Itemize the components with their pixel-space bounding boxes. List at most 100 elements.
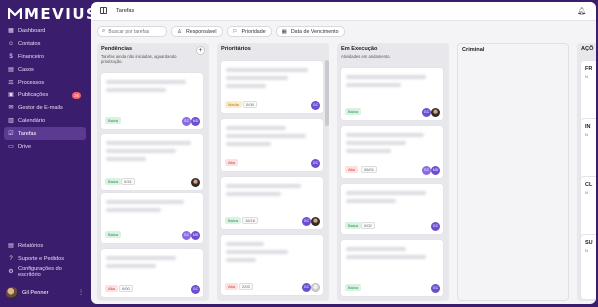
task-card[interactable]: FR N [580, 60, 596, 126]
avatar [431, 108, 440, 117]
column-scrollbar[interactable] [325, 60, 329, 126]
sidebar-item-label: Dashboard [18, 28, 46, 35]
task-card[interactable]: Baixa 0/31 [100, 133, 204, 191]
task-card[interactable]: Baixa GC MD [100, 72, 204, 130]
subtask-count: 0/02 [361, 222, 375, 229]
priority-tag: Média [225, 101, 242, 108]
avatar [6, 287, 18, 299]
sidebar-item-financeiro[interactable]: $ Financeiro [4, 51, 86, 64]
email-icon: ✉ [8, 105, 14, 112]
avatar: MD [431, 166, 440, 175]
search-icon: ⌕ [102, 28, 106, 34]
task-card[interactable]: Média 0/08 GC [220, 60, 324, 114]
sidebar-toggle-icon[interactable] [100, 7, 107, 14]
sidebar-item-label: Drive [18, 143, 32, 150]
avatar: GC [182, 117, 191, 126]
sidebar: MEVIUS ▦ Dashboard ☺ Contatos $ Financei… [0, 0, 97, 307]
avatar [311, 283, 320, 292]
bell-icon[interactable]: 🔔︎ [577, 7, 586, 15]
task-card[interactable]: SU N [580, 234, 596, 300]
card-subtitle: N [585, 132, 588, 137]
prioridade-label: Prioridade [241, 28, 266, 35]
card-title: IN [585, 124, 591, 130]
priority-tag: Baixa [225, 217, 242, 224]
responsavel-filter-button[interactable]: ♙ Responsável [171, 26, 223, 37]
avatar: GC [311, 159, 320, 168]
priority-tag: Baixa [345, 108, 362, 115]
sidebar-item-tarefas[interactable]: ☑ Tarefas [4, 127, 86, 141]
priority-tag: Baixa [105, 178, 122, 185]
task-card[interactable]: Alta 2/03 GC [220, 234, 324, 296]
sidebar-item-dashboard[interactable]: ▦ Dashboard [4, 25, 86, 38]
priority-tag: Baixa [105, 117, 122, 124]
avatar: GC [182, 231, 191, 240]
card-subtitle: N [585, 190, 588, 195]
brand-logo[interactable]: MEVIUS [8, 5, 98, 23]
card-title: FR [585, 66, 593, 72]
top-bar: Tarefas 🔔︎ [91, 2, 596, 21]
task-card[interactable]: Alta GC [220, 118, 324, 172]
filter-bar: ⌕ ♙ Responsável ⚐ Prioridade ▦ Data de V… [97, 26, 345, 37]
user-icon: ♙ [177, 28, 182, 35]
task-card[interactable]: Baixa GC [340, 67, 444, 121]
priority-tag: Alta [225, 283, 238, 290]
calendar-icon: ▦ [281, 28, 287, 35]
sidebar-item-contatos[interactable]: ☺ Contatos [4, 38, 86, 51]
column-title: AÇÕ [581, 46, 594, 52]
task-card[interactable]: Baixa 16/16 GC [220, 176, 324, 230]
task-card[interactable]: Alta 06/01 GC MD [340, 125, 444, 179]
sidebar-item-relatorios[interactable]: ▤ Relatórios [4, 240, 86, 253]
publications-icon: ▣ [8, 92, 14, 99]
column-subtitle: Tarefas ainda não iniciadas, aguardando … [101, 54, 177, 64]
sidebar-item-label: Publicações [18, 92, 49, 99]
avatar: GC [431, 222, 440, 231]
sidebar-item-calendario[interactable]: ▥ Calendário [4, 115, 86, 128]
card-subtitle: N [585, 248, 588, 253]
avatar [311, 217, 320, 226]
sidebar-item-label: Tarefas [18, 130, 37, 137]
tasks-icon: ☑ [8, 130, 14, 137]
finance-icon: $ [9, 53, 13, 60]
subtask-count: 0/00 [119, 285, 133, 292]
avatar [191, 178, 200, 187]
sidebar-item-drive[interactable]: ▭ Drive [4, 140, 86, 153]
kanban-board: Pendências + Tarefas ainda não iniciadas… [97, 43, 596, 301]
card-subtitle: N [585, 74, 588, 79]
vencimento-filter-button[interactable]: ▦ Data de Vencimento [275, 26, 345, 37]
subtask-count: 06/01 [361, 166, 378, 173]
process-icon: ⚖ [8, 79, 14, 86]
search-input[interactable] [108, 28, 164, 35]
priority-tag: Baixa [345, 284, 362, 291]
task-card[interactable]: Baixa 0/02 GC [340, 183, 444, 235]
subtask-count: 0/08 [243, 101, 257, 108]
settings-icon: ⚙ [8, 268, 14, 275]
prioridade-filter-button[interactable]: ⚐ Prioridade [226, 26, 272, 37]
sidebar-item-processos[interactable]: ⚖ Processos [4, 76, 86, 89]
page-title: Tarefas [116, 8, 135, 14]
column-em-execucao: Em Execução Atividades em andamento. Bai… [337, 43, 449, 301]
priority-tag: Alta [105, 285, 118, 292]
sidebar-item-label: Configurações do escritório [18, 265, 62, 278]
task-card[interactable]: Baixa GC MD [100, 192, 204, 244]
sidebar-item-label: Financeiro [18, 53, 45, 60]
sidebar-item-label: Relatórios [18, 243, 44, 250]
logo-mark-icon [8, 7, 22, 19]
sidebar-item-casos[interactable]: ▤ Casos [4, 63, 86, 76]
more-vertical-icon[interactable]: ⋮ [78, 289, 84, 296]
sidebar-item-label: Casos [18, 66, 34, 73]
user-profile[interactable]: Gil Penner ⋮ [6, 285, 86, 301]
sidebar-item-publicacoes[interactable]: ▣ Publicações 26 [4, 89, 86, 102]
avatar: GC [431, 284, 440, 293]
avatar: GC [422, 166, 431, 175]
sidebar-item-gestor-emails[interactable]: ✉ Gestor de E-mails [4, 102, 86, 115]
sidebar-item-configuracoes[interactable]: ⚙ Configurações do escritório [4, 266, 86, 279]
task-card[interactable]: IN N [580, 118, 596, 184]
sidebar-bottom-nav: ▤ Relatórios ? Suporte e Pedidos ⚙ Confi… [4, 240, 86, 278]
task-card[interactable]: Baixa GC [340, 239, 444, 297]
add-task-button[interactable]: + [196, 46, 205, 55]
task-card[interactable]: CL N [580, 176, 596, 242]
sidebar-item-suporte[interactable]: ? Suporte e Pedidos [4, 253, 86, 266]
reports-icon: ▤ [8, 243, 14, 250]
subtask-count: 2/03 [239, 283, 253, 290]
task-card[interactable]: Alta 0/00 GC [100, 248, 204, 298]
